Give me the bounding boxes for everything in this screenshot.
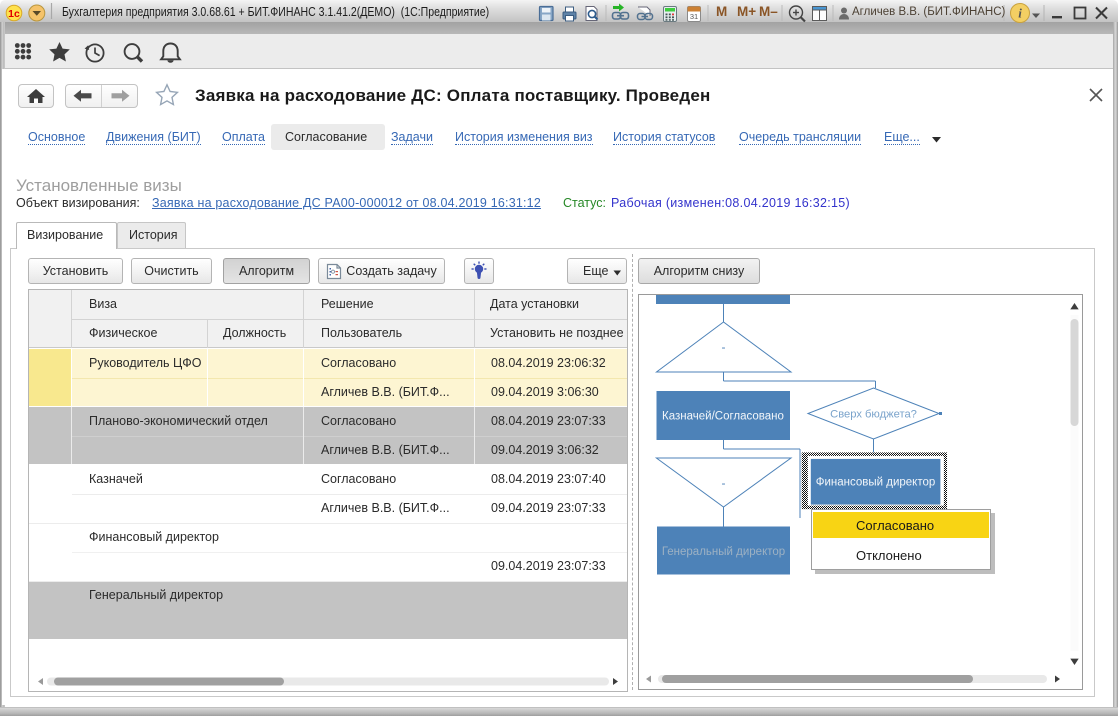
svg-text:Генеральный директор: Генеральный директор [662,546,785,558]
svg-text:1с: 1с [8,8,20,20]
svg-text:-: - [722,340,726,354]
svg-text:i: i [1018,6,1022,21]
svg-text:31: 31 [690,12,698,21]
svg-text:-: - [722,476,726,490]
svg-text:Сверх бюджета?: Сверх бюджета? [830,409,917,421]
svg-text:Финансовый директор: Финансовый директор [816,477,936,489]
svg-text:Казначей/Согласовано: Казначей/Согласовано [662,411,784,423]
